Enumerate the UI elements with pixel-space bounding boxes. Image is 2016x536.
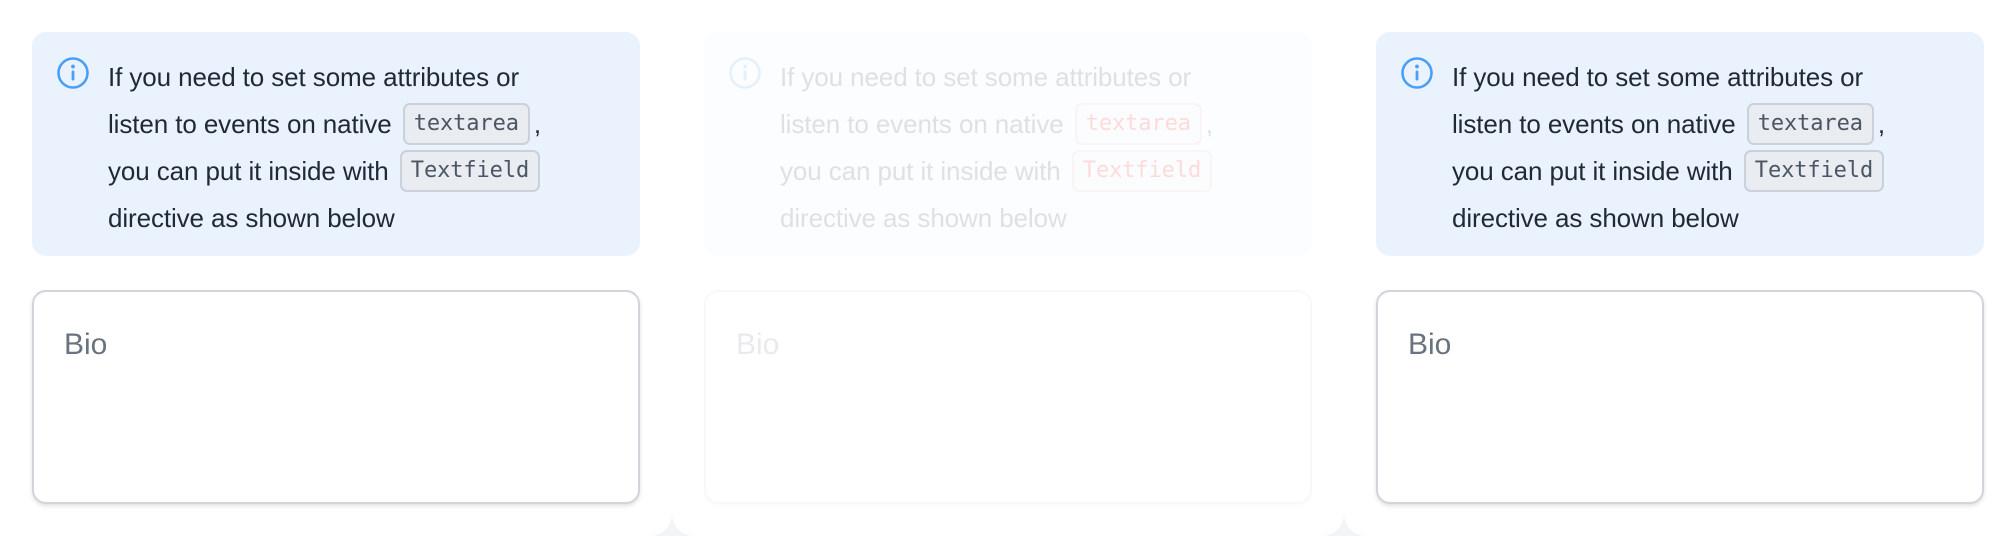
alert-comma: , <box>1205 109 1213 139</box>
code-textarea: textarea <box>402 103 530 146</box>
alert-line-2-text: listen to events on native <box>1452 109 1736 139</box>
alert-line-1: If you need to set some attributes or <box>1452 62 1864 92</box>
alert-line-4: directive as shown below <box>780 203 1067 233</box>
info-alert: If you need to set some attributes or li… <box>704 32 1312 256</box>
alert-comma: , <box>1877 109 1885 139</box>
bio-placeholder: Bio <box>64 328 108 361</box>
stage: If you need to set some attributes or li… <box>0 0 2016 536</box>
alert-text: If you need to set some attributes or li… <box>1452 54 1888 242</box>
alert-line-3: you can put it inside with Textfield <box>1452 148 1888 195</box>
alert-line-3-text: you can put it inside with <box>780 156 1061 186</box>
bio-textarea[interactable]: Bio <box>32 290 640 504</box>
code-textfield: Textfield <box>1743 150 1885 193</box>
alert-line-1: If you need to set some attributes or <box>780 62 1192 92</box>
alert-comma: , <box>533 109 541 139</box>
alert-line-3: you can put it inside with Textfield <box>780 148 1216 195</box>
alert-line-2: listen to events on native textarea, <box>108 101 544 148</box>
info-icon <box>1401 57 1433 89</box>
alert-line-3: you can put it inside with Textfield <box>108 148 544 195</box>
alert-line-1: If you need to set some attributes or <box>108 62 520 92</box>
code-textarea: textarea <box>1074 103 1202 146</box>
code-textfield: Textfield <box>1071 150 1213 193</box>
alert-text: If you need to set some attributes or li… <box>108 54 544 242</box>
alert-line-2-text: listen to events on native <box>780 109 1064 139</box>
alert-line-4: directive as shown below <box>108 203 395 233</box>
code-textarea: textarea <box>1746 103 1874 146</box>
alert-line-2-text: listen to events on native <box>108 109 392 139</box>
panel-content: If you need to set some attributes or li… <box>704 32 1312 504</box>
bio-placeholder: Bio <box>736 328 780 361</box>
alert-line-3-text: you can put it inside with <box>1452 156 1733 186</box>
alert-line-4: directive as shown below <box>1452 203 1739 233</box>
panel-left: If you need to set some attributes or li… <box>0 0 672 536</box>
bio-textarea[interactable]: Bio <box>704 290 1312 504</box>
alert-text: If you need to set some attributes or li… <box>780 54 1216 242</box>
info-icon <box>57 57 89 89</box>
info-icon <box>729 57 761 89</box>
alert-line-2: listen to events on native textarea, <box>1452 101 1888 148</box>
info-alert: If you need to set some attributes or li… <box>1376 32 1984 256</box>
panel-right: If you need to set some attributes or li… <box>1344 0 2016 536</box>
panel-content: If you need to set some attributes or li… <box>32 32 640 504</box>
alert-line-3-text: you can put it inside with <box>108 156 389 186</box>
info-alert: If you need to set some attributes or li… <box>32 32 640 256</box>
alert-line-2: listen to events on native textarea, <box>780 101 1216 148</box>
code-textfield: Textfield <box>399 150 541 193</box>
panel-content: If you need to set some attributes or li… <box>1376 32 1984 504</box>
bio-placeholder: Bio <box>1408 328 1452 361</box>
bio-textarea[interactable]: Bio <box>1376 290 1984 504</box>
panel-middle: If you need to set some attributes or li… <box>672 0 1344 536</box>
